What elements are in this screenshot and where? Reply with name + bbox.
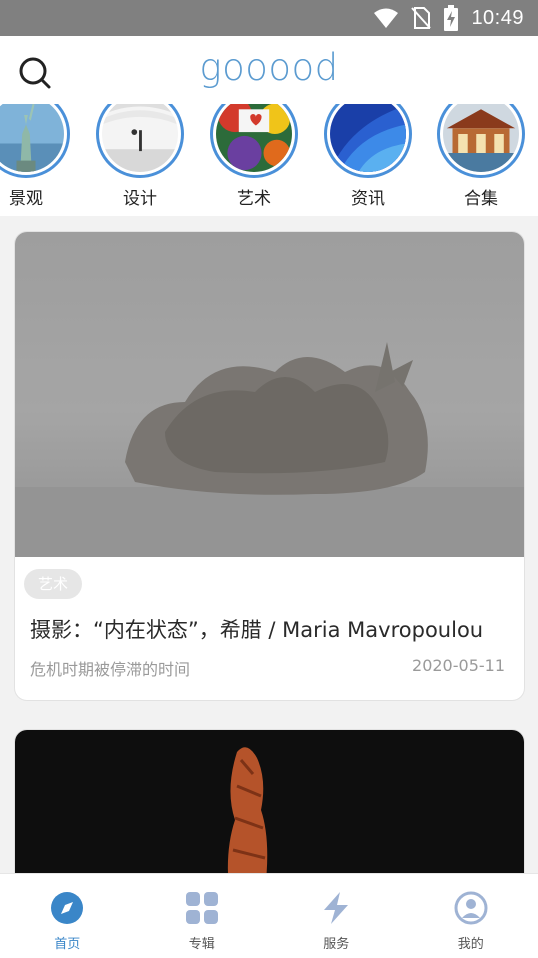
- search-icon[interactable]: [18, 56, 52, 90]
- bottom-navigation: 首页 专辑 服务 我的: [0, 873, 538, 958]
- lightning-icon: [324, 892, 349, 924]
- category-label: 设计: [123, 189, 157, 209]
- statue-of-liberty-thumbnail: [0, 104, 64, 172]
- nav-label: 专辑: [188, 937, 215, 952]
- battery-charging-icon: [444, 5, 459, 31]
- category-label: 资讯: [351, 189, 385, 209]
- article-card[interactable]: 艺术 摄影：“内在状态”，希腊 / Maria Mavropoulou 危机时期…: [15, 232, 524, 700]
- nav-item-profile[interactable]: 我的: [404, 874, 538, 958]
- foggy-uprooted-tree-photo: [15, 232, 524, 557]
- category-item-art[interactable]: 艺术: [206, 104, 302, 209]
- category-label: 景观: [9, 189, 43, 209]
- category-label: 艺术: [237, 189, 271, 209]
- category-item-landscape[interactable]: 景观: [0, 104, 74, 209]
- status-time: 10:49: [471, 6, 524, 29]
- wifi-icon: [374, 8, 399, 28]
- category-item-news[interactable]: 资讯: [320, 104, 416, 209]
- white-arches-thumbnail: [102, 104, 178, 172]
- user-circle-icon: [454, 891, 488, 925]
- app-logo[interactable]: gooood: [199, 46, 338, 89]
- category-tag[interactable]: 艺术: [24, 569, 83, 599]
- article-card[interactable]: [15, 730, 524, 890]
- article-subtitle: 危机时期被停滞的时间: [30, 660, 191, 679]
- nav-item-services[interactable]: 服务: [269, 874, 404, 958]
- colorful-graffiti-thumbnail: [216, 104, 292, 172]
- nav-label: 我的: [457, 937, 484, 952]
- blue-dots-thumbnail: [330, 104, 406, 172]
- compass-icon: [51, 892, 84, 924]
- nav-label: 首页: [54, 937, 81, 952]
- nav-item-albums[interactable]: 专辑: [135, 874, 270, 958]
- article-date: 2020-05-11: [412, 656, 505, 675]
- article-title[interactable]: 摄影：“内在状态”，希腊 / Maria Mavropoulou: [30, 614, 520, 644]
- grid-icon: [185, 892, 218, 924]
- category-label: 合集: [464, 189, 498, 209]
- nav-item-home[interactable]: 首页: [0, 874, 135, 958]
- pavilion-thumbnail: [443, 104, 519, 172]
- copper-sculpture-on-black-photo: [15, 730, 524, 890]
- category-strip[interactable]: 景观 设计 艺术 资讯 合集: [0, 104, 538, 216]
- status-bar: 10:49: [0, 0, 538, 36]
- no-sim-icon: [411, 7, 432, 29]
- nav-label: 服务: [323, 937, 350, 952]
- app-header: gooood: [0, 36, 538, 104]
- category-item-design[interactable]: 设计: [92, 104, 188, 209]
- category-item-collection[interactable]: 合集: [433, 104, 529, 209]
